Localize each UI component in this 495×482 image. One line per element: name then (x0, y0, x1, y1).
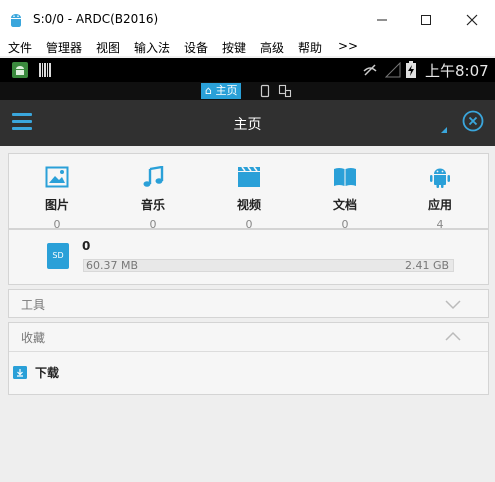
storage-card[interactable]: SD 0 60.37 MB 2.41 GB (8, 229, 489, 285)
no-signal-icon (363, 64, 377, 76)
divider (9, 351, 488, 352)
category-label: 视频 (236, 198, 261, 212)
minimize-icon (377, 19, 387, 21)
download-folder-icon (13, 366, 27, 379)
clock: 上午8:07 (425, 62, 489, 80)
multi-device-icon[interactable] (278, 84, 292, 98)
category-images[interactable]: 图片 0 (27, 166, 87, 231)
menu-more[interactable]: >> (338, 39, 358, 53)
menu-view[interactable]: 视图 (96, 39, 120, 56)
menu-device[interactable]: 设备 (184, 39, 208, 56)
menu-help[interactable]: 帮助 (298, 39, 322, 56)
battery-icon (406, 61, 416, 78)
tools-label: 工具 (21, 298, 46, 312)
page-title: 主页 (233, 117, 262, 133)
category-label: 音乐 (140, 198, 165, 212)
android-app-icon (11, 14, 21, 27)
storage-name: 0 (82, 239, 91, 253)
cell-signal-icon (385, 62, 401, 78)
storage-used: 60.37 MB (86, 259, 139, 272)
emulator-window: S:0/0 - ARDC(B2016) 文件 管理器 视图 输入法 设备 按键 … (0, 0, 495, 482)
minimize-button[interactable] (366, 7, 398, 33)
tools-section-header[interactable]: 工具 (8, 289, 489, 318)
home-mode-tab[interactable]: ⌂ 主页 (201, 83, 242, 99)
category-music[interactable]: 音乐 0 (123, 165, 183, 231)
title-bar: S:0/0 - ARDC(B2016) (0, 0, 495, 38)
menu-input-method[interactable]: 输入法 (134, 39, 170, 56)
menu-manager[interactable]: 管理器 (46, 39, 82, 56)
category-apps[interactable]: 应用 4 (410, 166, 470, 231)
category-card: 图片 0 音乐 0 视频 0 文档 0 应用 4 (8, 153, 489, 231)
menu-file[interactable]: 文件 (8, 39, 32, 56)
book-icon (334, 168, 356, 186)
category-label: 图片 (44, 198, 69, 212)
favorite-label: 下载 (35, 366, 60, 380)
maximize-button[interactable] (410, 7, 442, 33)
barcode-icon (39, 63, 51, 77)
android-icon (430, 168, 450, 188)
category-label: 应用 (427, 198, 452, 212)
menu-keys[interactable]: 按键 (222, 39, 246, 56)
chevron-up-icon[interactable] (445, 331, 461, 343)
close-icon (466, 14, 478, 26)
close-circle-icon[interactable] (462, 110, 484, 132)
menu-bar: 文件 管理器 视图 输入法 设备 按键 高级 帮助 >> (0, 38, 495, 56)
sd-card-icon: SD (47, 243, 69, 269)
window-title: S:0/0 - ARDC(B2016) (33, 12, 159, 26)
category-video[interactable]: 视频 0 (219, 166, 279, 231)
overflow-indicator-icon (441, 127, 447, 133)
image-icon (45, 166, 69, 188)
android-notification-icon (12, 62, 28, 78)
favorites-label: 收藏 (21, 331, 46, 345)
storage-total: 2.41 GB (405, 259, 450, 272)
home-icon: ⌂ (205, 84, 212, 97)
status-bar: 上午8:07 (0, 58, 495, 82)
home-mode-label: 主页 (215, 84, 238, 97)
menu-advanced[interactable]: 高级 (260, 39, 284, 56)
storage-usage-bar (83, 259, 454, 272)
category-label: 文档 (332, 198, 357, 212)
phone-mode-icon[interactable] (258, 84, 272, 98)
main-content: 图片 0 音乐 0 视频 0 文档 0 应用 4 SD 0 60.37 MB 2… (0, 146, 495, 482)
action-bar: 主页 (0, 100, 495, 146)
close-button[interactable] (456, 7, 488, 33)
music-icon (143, 165, 164, 187)
chevron-down-icon (445, 300, 461, 310)
category-documents[interactable]: 文档 0 (315, 166, 375, 231)
video-icon (238, 166, 260, 187)
maximize-icon (421, 15, 431, 25)
mode-switch-bar: ⌂ 主页 (0, 82, 495, 100)
favorites-section: 收藏 (8, 322, 489, 395)
